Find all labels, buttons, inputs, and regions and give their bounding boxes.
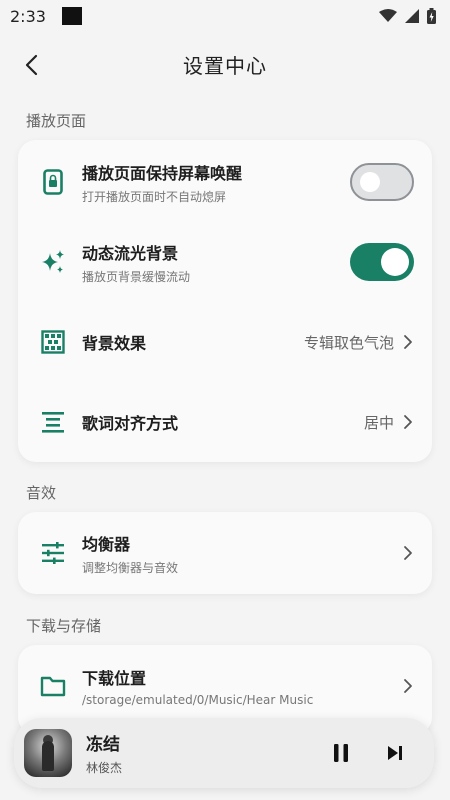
section-label-playback: 播放页面 [26, 112, 87, 130]
player-controls [328, 740, 434, 766]
track-artist: 林俊杰 [86, 761, 123, 775]
equalizer-title: 均衡器 [82, 534, 131, 554]
lyrics-alignment-value: 居中 [363, 413, 394, 432]
download-location-row[interactable]: 下载位置 /storage/emulated/0/Music/Hear Musi… [18, 645, 432, 727]
equalizer-row[interactable]: 均衡器 调整均衡器与音效 [18, 512, 432, 594]
track-title: 冻结 [86, 735, 120, 755]
dynamic-background-subtitle: 播放页背景缓慢流动 [82, 269, 191, 284]
back-button[interactable] [14, 48, 48, 82]
notification-icon [61, 7, 82, 25]
album-art-figure [42, 741, 54, 771]
keep-screen-awake-subtitle: 打开播放页面时不自动熄屏 [82, 189, 227, 204]
page-title: 设置中心 [183, 53, 267, 78]
align-center-icon [40, 409, 66, 435]
playback-settings-card: 播放页面保持屏幕唤醒 打开播放页面时不自动熄屏 动态流光背景 播放页背景缓慢流动 [18, 140, 432, 462]
keep-screen-awake-toggle[interactable] [350, 163, 414, 201]
section-label-storage: 下载与存储 [26, 617, 102, 635]
chevron-right-icon [404, 546, 412, 560]
wifi-icon [379, 9, 397, 22]
download-location-path: /storage/emulated/0/Music/Hear Music [82, 693, 314, 707]
background-effect-row[interactable]: 背景效果 专辑取色气泡 [18, 302, 432, 382]
skip-next-icon [388, 746, 402, 760]
lyrics-alignment-title: 歌词对齐方式 [82, 414, 179, 433]
next-track-button[interactable] [382, 740, 408, 766]
equalizer-text: 均衡器 调整均衡器与音效 [82, 531, 402, 576]
dynamic-background-title: 动态流光背景 [82, 243, 179, 263]
pause-button[interactable] [328, 740, 354, 766]
top-bar: 设置中心 [0, 40, 450, 88]
track-info: 冻结 林俊杰 [86, 730, 122, 776]
lyrics-alignment-row[interactable]: 歌词对齐方式 居中 [18, 382, 432, 462]
status-time: 2:33 [10, 6, 46, 26]
dynamic-background-row[interactable]: 动态流光背景 播放页背景缓慢流动 [18, 222, 432, 302]
battery-icon [427, 8, 436, 24]
toggle-knob [360, 172, 380, 192]
equalizer-subtitle: 调整均衡器与音效 [82, 560, 179, 575]
signal-icon [405, 9, 419, 23]
download-location-title: 下载位置 [82, 669, 147, 688]
section-label-sound: 音效 [26, 484, 57, 502]
chevron-right-icon [404, 679, 412, 693]
mini-player[interactable]: 冻结 林俊杰 [14, 718, 434, 788]
status-icons [379, 8, 436, 24]
lyrics-alignment-text: 歌词对齐方式 [82, 410, 364, 434]
sound-settings-card: 均衡器 调整均衡器与音效 [18, 512, 432, 594]
keep-screen-awake-title: 播放页面保持屏幕唤醒 [82, 163, 243, 183]
pause-icon [334, 744, 348, 762]
chevron-right-icon [404, 415, 412, 429]
album-art[interactable] [24, 729, 72, 777]
background-effect-value: 专辑取色气泡 [303, 333, 394, 352]
download-location-text: 下载位置 /storage/emulated/0/Music/Hear Musi… [82, 665, 402, 707]
back-arrow-icon [25, 54, 38, 76]
texture-icon [40, 329, 66, 355]
toggle-knob [381, 248, 409, 276]
background-effect-text: 背景效果 [82, 330, 304, 354]
background-effect-title: 背景效果 [82, 334, 147, 353]
dynamic-background-text: 动态流光背景 播放页背景缓慢流动 [82, 240, 350, 285]
phone-lock-icon [40, 169, 66, 195]
keep-screen-awake-row[interactable]: 播放页面保持屏幕唤醒 打开播放页面时不自动熄屏 [18, 142, 432, 222]
dynamic-background-toggle[interactable] [350, 243, 414, 281]
chevron-right-icon [404, 335, 412, 349]
keep-screen-awake-text: 播放页面保持屏幕唤醒 打开播放页面时不自动熄屏 [82, 160, 350, 205]
status-bar: 2:33 [0, 0, 450, 32]
sparkle-icon [40, 249, 66, 275]
equalizer-icon [40, 540, 66, 566]
folder-icon [40, 673, 66, 699]
